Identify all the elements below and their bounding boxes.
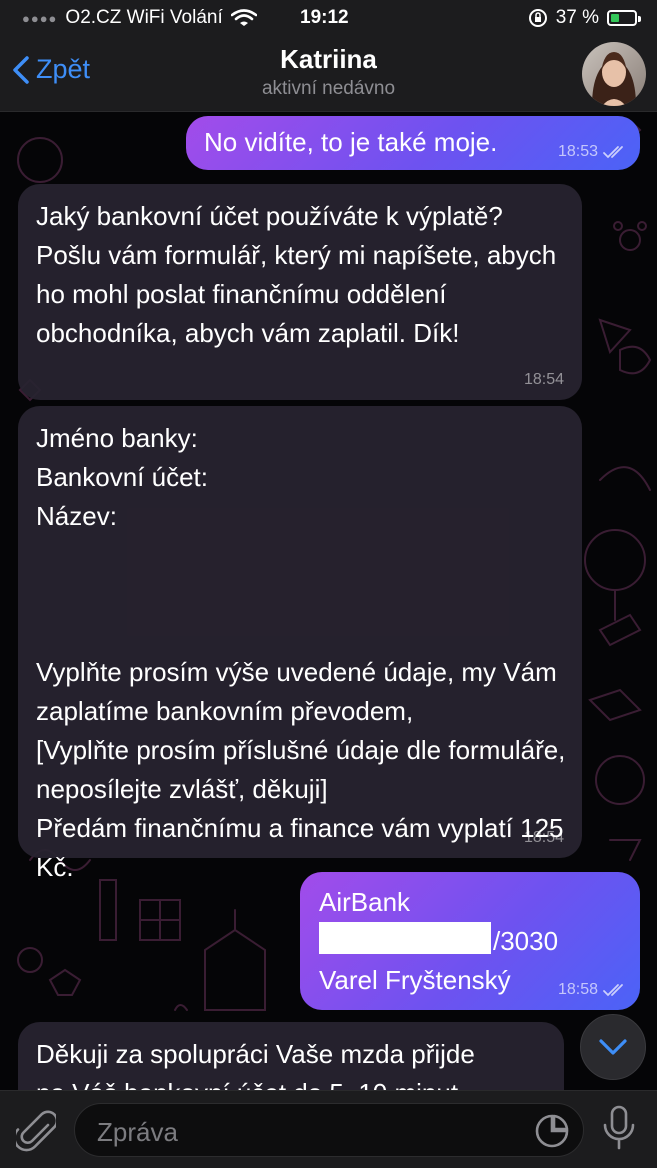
battery-percent: 37 % — [555, 7, 599, 28]
message-composer: Zpráva — [0, 1090, 657, 1168]
carrier-name: O2.CZ WiFi Volání — [65, 7, 223, 28]
message-time: 18:53 — [558, 144, 628, 160]
bank-name-line: AirBank — [319, 887, 411, 917]
microphone-icon — [603, 1105, 635, 1150]
sticker-button[interactable] — [535, 1114, 569, 1153]
signal-dots-icon: ●●●● — [22, 10, 58, 26]
chevron-down-icon — [599, 1039, 627, 1055]
clock: 19:12 — [300, 7, 349, 28]
message-time: 18:54 — [523, 829, 564, 846]
carrier-info: ●●●● O2.CZ WiFi Volání — [22, 7, 257, 29]
status-bar: ●●●● O2.CZ WiFi Volání 19:12 37 % — [0, 0, 657, 36]
redaction-block — [319, 922, 491, 954]
chat-header: Zpět Katriina aktivní nedávno — [0, 36, 657, 112]
system-indicators: 37 % — [528, 7, 641, 29]
battery-charging-icon — [607, 10, 641, 26]
orientation-lock-icon — [528, 9, 547, 27]
read-checkmarks-icon — [603, 146, 623, 159]
battery-level — [611, 14, 619, 22]
message-text: Jméno banky: Bankovní účet: Název: Vyplň… — [36, 423, 566, 882]
read-checkmarks-icon — [603, 984, 623, 997]
attach-button[interactable] — [13, 1107, 59, 1158]
contact-name[interactable]: Katriina — [0, 44, 657, 75]
voice-record-button[interactable] — [602, 1105, 636, 1156]
message-bubble-outgoing[interactable]: No vidíte, to je také moje. 18:53 — [186, 116, 640, 170]
message-bubble-incoming[interactable]: Jaký bankovní účet používáte k výplatě? … — [18, 184, 582, 400]
scroll-to-bottom-button[interactable] — [580, 1014, 646, 1080]
message-text: Jaký bankovní účet používáte k výplatě? … — [36, 201, 557, 348]
message-time: 18:58 — [558, 982, 628, 998]
message-bubble-outgoing[interactable]: AirBank /3030 Varel Fryštenský 18:58 — [300, 872, 640, 1010]
paperclip-icon — [13, 1110, 59, 1152]
wifi-icon — [230, 9, 257, 26]
account-number-line: /3030 — [319, 922, 628, 961]
message-input[interactable]: Zpráva — [74, 1103, 584, 1157]
message-time: 18:54 — [523, 371, 564, 388]
message-bubble-incoming[interactable]: Jméno banky: Bankovní účet: Název: Vyplň… — [18, 406, 582, 882]
contact-status: aktivní nedávno — [261, 78, 396, 99]
sticker-icon — [535, 1114, 569, 1148]
message-input-placeholder: Zpráva — [97, 1117, 178, 1147]
avatar[interactable] — [582, 42, 646, 106]
